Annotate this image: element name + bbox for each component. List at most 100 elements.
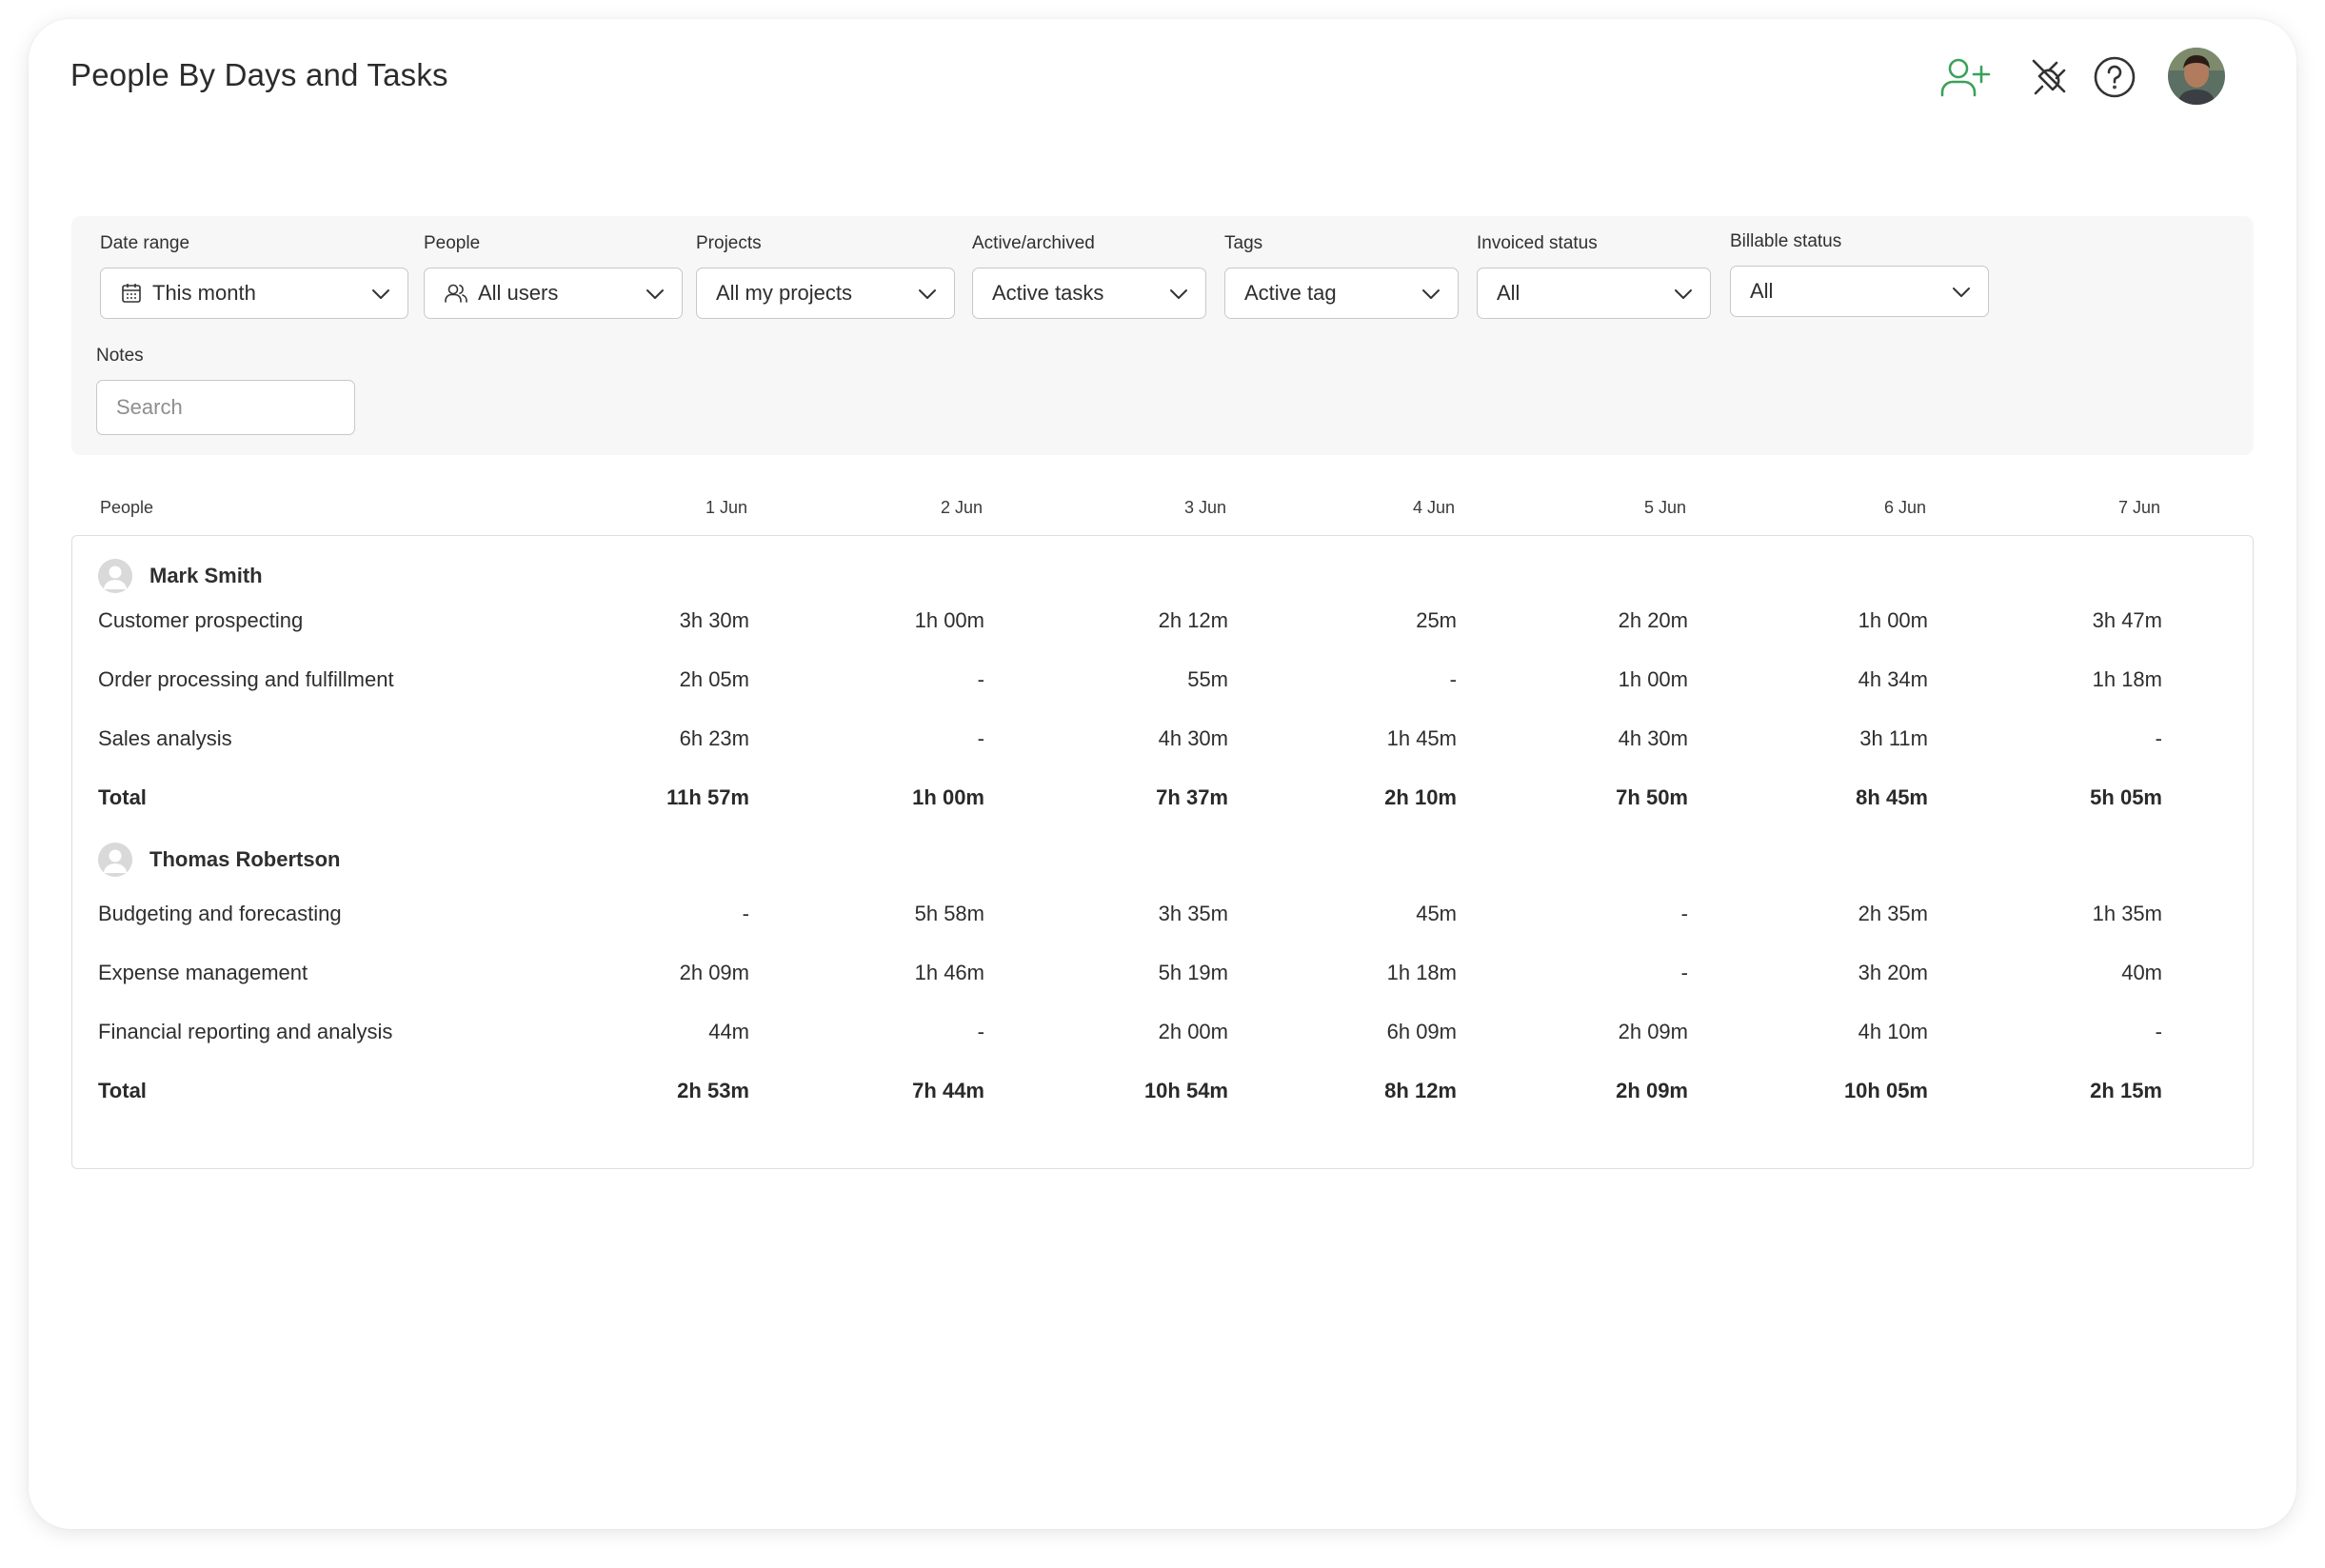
tags-filter: Tags Active tag: [1224, 233, 1459, 319]
notes-search-input[interactable]: Search: [96, 380, 355, 435]
table-row: Order processing and fulfillment 2h 05m - 5…: [72, 662, 2253, 700]
table-cell: 1h 00m: [1858, 608, 1928, 632]
plug-icon[interactable]: [2028, 55, 2070, 99]
chevron-down-icon: [644, 283, 666, 311]
column-header-date: 4 Jun: [1412, 498, 1455, 517]
billable-status-select[interactable]: All: [1730, 266, 1989, 317]
table-cell: 8h 45m: [1856, 785, 1928, 809]
table-cell: 1h 00m: [1618, 667, 1688, 691]
total-row: Total 11h 57m 1h 00m 7h 37m 2h 10m 7h 50m 8h 4…: [72, 780, 2253, 818]
table-cell: 2h 53m: [677, 1079, 749, 1102]
billable-status-filter: Billable status All: [1730, 231, 1989, 317]
invoiced-status-value: All: [1497, 281, 1520, 305]
user-avatar[interactable]: [2168, 48, 2225, 105]
column-header-date: 3 Jun: [1183, 498, 1226, 517]
table-cell: 45m: [1416, 902, 1457, 925]
task-name: Expense management: [98, 961, 308, 984]
person-name: Thomas Robertson: [98, 841, 340, 879]
help-icon[interactable]: [2093, 55, 2136, 99]
people-label: People: [424, 233, 481, 253]
active-archived-select[interactable]: Active tasks: [972, 268, 1206, 319]
date-range-filter: Date range This month: [100, 233, 408, 319]
table-cell: 2h 15m: [2090, 1079, 2162, 1102]
table-cell: -: [1449, 667, 1457, 691]
table-cell: 4h 30m: [1618, 726, 1688, 750]
billable-status-value: All: [1750, 279, 1774, 303]
table-cell: 5h 05m: [2090, 785, 2162, 809]
task-name: Budgeting and forecasting: [98, 902, 342, 925]
table-cell: 1h 45m: [1386, 726, 1457, 750]
table-cell: 1h 00m: [912, 785, 984, 809]
projects-select[interactable]: All my projects: [696, 268, 955, 319]
table-cell: 10h 05m: [1843, 1079, 1928, 1102]
date-range-select[interactable]: This month: [100, 268, 408, 319]
table-cell: 7h 44m: [912, 1079, 984, 1102]
chevron-down-icon: [916, 283, 939, 311]
table-cell: 3h 20m: [1858, 961, 1928, 984]
table-row: Expense management 2h 09m 1h 46m 5h 19m 1h 1…: [72, 955, 2253, 993]
task-name: Order processing and fulfillment: [98, 667, 394, 691]
table-cell: 1h 35m: [2092, 902, 2162, 925]
total-label: Total: [98, 1079, 147, 1102]
table-cell: 2h 00m: [1158, 1020, 1228, 1043]
users-icon: [444, 282, 468, 305]
total-label: Total: [98, 785, 147, 809]
table-cell: -: [742, 902, 749, 925]
table-cell: 4h 34m: [1858, 667, 1928, 691]
table-cell: 2h 09m: [1616, 1079, 1688, 1102]
person-avatar: [98, 559, 132, 593]
table-row: Budgeting and forecasting - 5h 58m 3h 35m 45…: [72, 896, 2253, 934]
notes-label: Notes: [96, 346, 144, 366]
projects-value: All my projects: [716, 281, 853, 305]
task-name: Customer prospecting: [98, 608, 304, 632]
table-cell: 1h 00m: [914, 608, 984, 632]
table-cell: -: [2155, 726, 2162, 750]
table-cell: 2h 12m: [1158, 608, 1228, 632]
table-cell: -: [977, 726, 984, 750]
filters-panel: Date range This month People All users P…: [71, 216, 2254, 455]
table-cell: 7h 37m: [1156, 785, 1228, 809]
chevron-down-icon: [369, 283, 392, 311]
table-header: People 1 Jun 2 Jun 3 Jun 4 Jun 5 Jun 6 Jun 7 Ju…: [100, 498, 2223, 526]
table-cell: 25m: [1416, 608, 1457, 632]
table-cell: 10h 54m: [1143, 1079, 1228, 1102]
table-cell: 1h 18m: [1386, 961, 1457, 984]
date-range-label: Date range: [100, 233, 190, 253]
chevron-down-icon: [1950, 281, 1973, 309]
table-cell: 5h 19m: [1158, 961, 1228, 984]
person-name-text: Thomas Robertson: [149, 847, 341, 871]
table-cell: 6h 09m: [1386, 1020, 1457, 1043]
calendar-icon: [120, 282, 143, 305]
table-cell: 1h 46m: [914, 961, 984, 984]
people-select[interactable]: All users: [424, 268, 683, 319]
people-value: All users: [478, 281, 559, 305]
total-row: Total 2h 53m 7h 44m 10h 54m 8h 12m 2h 09m 10h …: [72, 1073, 2253, 1111]
table-row: Financial reporting and analysis 44m - 2h 0…: [72, 1014, 2253, 1052]
tags-select[interactable]: Active tag: [1224, 268, 1459, 319]
add-user-icon[interactable]: [1939, 55, 1991, 99]
invoiced-status-filter: Invoiced status All: [1477, 233, 1711, 319]
task-name: Financial reporting and analysis: [98, 1020, 393, 1043]
tags-value: Active tag: [1244, 281, 1337, 305]
chevron-down-icon: [1167, 283, 1190, 311]
table-cell: 55m: [1187, 667, 1228, 691]
table-cell: 2h 35m: [1858, 902, 1928, 925]
table-cell: -: [977, 667, 984, 691]
table-cell: 1h 18m: [2092, 667, 2162, 691]
chevron-down-icon: [1420, 283, 1442, 311]
tags-label: Tags: [1224, 233, 1263, 253]
active-archived-label: Active/archived: [972, 233, 1095, 253]
table-cell: 4h 10m: [1858, 1020, 1928, 1043]
column-header-people: People: [100, 498, 154, 517]
table-cell: -: [1680, 902, 1688, 925]
table-cell: 2h 05m: [679, 667, 749, 691]
table-cell: -: [1680, 961, 1688, 984]
table-cell: 3h 30m: [679, 608, 749, 632]
report-card: People By Days and Tasks Date range This…: [29, 19, 2296, 1529]
invoiced-status-select[interactable]: All: [1477, 268, 1711, 319]
person-avatar: [98, 843, 132, 877]
person-name: Mark Smith: [98, 557, 263, 595]
chevron-down-icon: [1672, 283, 1695, 311]
table-row: Customer prospecting 3h 30m 1h 00m 2h 12m 25…: [72, 603, 2253, 641]
date-range-value: This month: [152, 281, 256, 305]
